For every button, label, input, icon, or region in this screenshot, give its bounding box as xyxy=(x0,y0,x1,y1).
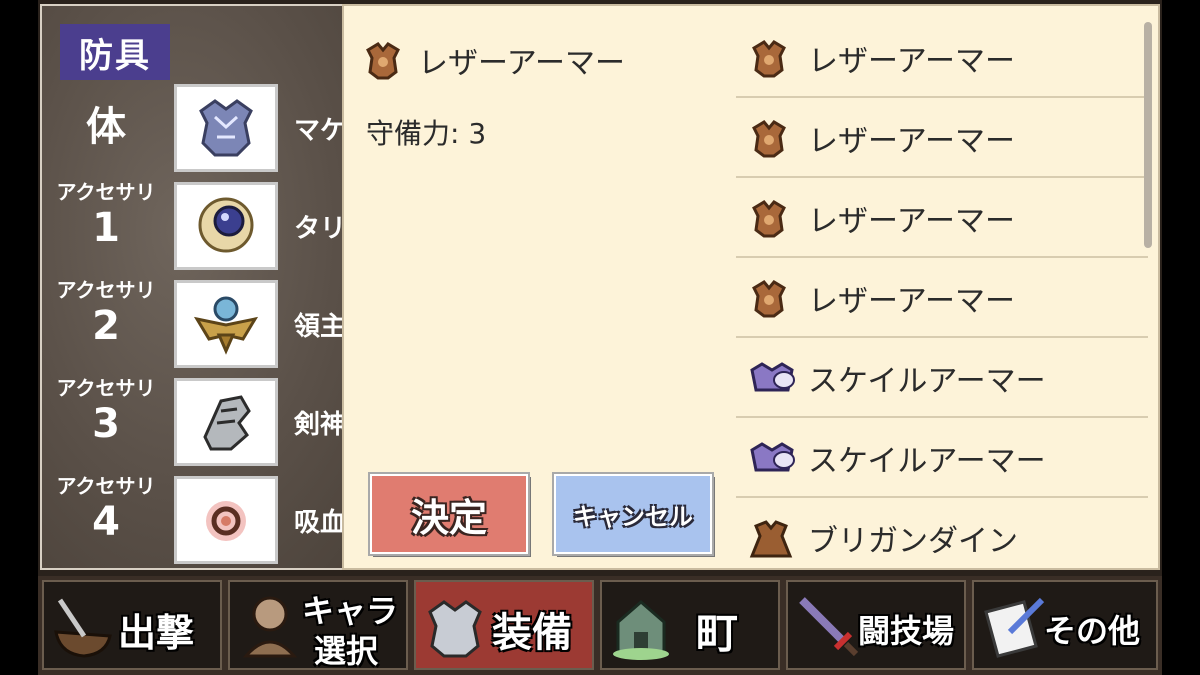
ring-icon xyxy=(206,501,246,541)
nav-arena-button[interactable]: 闘技場 xyxy=(786,580,966,670)
slot-item-box[interactable] xyxy=(174,476,278,564)
equipment-icon xyxy=(422,592,488,666)
confirm-button[interactable]: 決定 xyxy=(368,472,530,556)
arena-icon xyxy=(794,592,860,666)
list-item-label: レザーアーマー xyxy=(808,124,1015,159)
slot-label: 体 xyxy=(86,104,126,150)
slot-item-name: 領主 xyxy=(294,312,344,342)
equip-slot-accessory-3[interactable]: アクセサリ 3 剣神 xyxy=(42,378,387,474)
slot-item-name: タリ xyxy=(294,214,344,244)
slot-label-number: 2 xyxy=(92,303,120,349)
gauntlet-icon xyxy=(203,395,251,451)
nav-character-select-label-bottom: 選択 xyxy=(314,632,379,670)
leather-armor-icon xyxy=(362,40,404,84)
slot-item-name: マケ xyxy=(294,116,344,146)
list-item-label: レザーアーマー xyxy=(808,284,1015,319)
town-icon xyxy=(608,592,674,666)
slot-item-box[interactable] xyxy=(174,84,278,172)
list-item[interactable]: レザーアーマー xyxy=(736,258,1148,338)
slot-item-box[interactable] xyxy=(174,182,278,270)
leather-armor-icon xyxy=(748,278,790,322)
equip-slot-accessory-1[interactable]: アクセサリ 1 タリ xyxy=(42,182,387,278)
leather-armor-icon xyxy=(748,198,790,242)
scale-armor-icon xyxy=(748,358,798,402)
item-list: レザーアーマー レザーアーマー レザーアーマー レザーアーマー スケイルアーマー… xyxy=(736,18,1148,578)
armor-icon xyxy=(199,99,253,157)
list-item-label: レザーアーマー xyxy=(808,44,1015,79)
crest-icon xyxy=(193,296,259,355)
leather-armor-icon xyxy=(748,38,790,82)
list-item[interactable]: レザーアーマー xyxy=(736,178,1148,258)
nav-other-label: その他 xyxy=(1044,612,1141,650)
equipment-select-popup: レザーアーマー 守備力: 3 決定 キャンセル レザーアーマー レザーアーマー xyxy=(342,4,1160,570)
list-scrollbar[interactable] xyxy=(1144,22,1152,248)
brigandine-icon xyxy=(748,518,794,566)
slot-label-number: 1 xyxy=(92,205,120,251)
equip-slot-accessory-4[interactable]: アクセサリ 4 吸血 xyxy=(42,476,387,572)
slot-label-small: アクセサリ xyxy=(56,180,156,204)
list-item-label: スケイルアーマー xyxy=(808,364,1046,399)
list-item[interactable]: レザーアーマー xyxy=(736,18,1148,98)
nav-sortie-button[interactable]: 出撃 xyxy=(42,580,222,670)
slot-item-name: 剣神 xyxy=(294,410,344,440)
selected-item-stat: 守備力: 3 xyxy=(366,117,487,150)
list-item-label: スケイルアーマー xyxy=(808,444,1046,479)
nav-equipment-button[interactable]: 装備 xyxy=(414,580,594,670)
amulet-icon xyxy=(198,197,254,253)
slot-label-number: 4 xyxy=(92,499,120,545)
slot-item-box[interactable] xyxy=(174,378,278,466)
equipment-panel: 防具 体 マケ アクセサリ 1 タリ アクセサリ 2 領主 アクセサリ 3 剣神… xyxy=(40,4,385,570)
cancel-button[interactable]: キャンセル xyxy=(552,472,714,556)
game-screen: 防具 体 マケ アクセサリ 1 タリ アクセサリ 2 領主 アクセサリ 3 剣神… xyxy=(38,0,1162,675)
nav-town-label: 町 xyxy=(696,609,739,658)
slot-label-small: アクセサリ xyxy=(56,376,156,400)
list-item[interactable]: スケイルアーマー xyxy=(736,338,1148,418)
list-item[interactable]: ブリガンダイン xyxy=(736,498,1148,578)
scale-armor-icon xyxy=(748,438,798,482)
nav-arena-label: 闘技場 xyxy=(858,612,955,650)
slot-label-small: アクセサリ xyxy=(56,278,156,302)
other-icon xyxy=(980,592,1046,666)
list-item-label: ブリガンダイン xyxy=(808,524,1018,559)
slot-label-small: アクセサリ xyxy=(56,474,156,498)
nav-other-button[interactable]: その他 xyxy=(972,580,1158,670)
equip-slot-body[interactable]: 体 マケ xyxy=(42,84,387,180)
slot-item-box[interactable] xyxy=(174,280,278,368)
list-item[interactable]: レザーアーマー xyxy=(736,98,1148,178)
category-badge: 防具 xyxy=(60,24,170,80)
character-select-icon xyxy=(236,592,302,666)
nav-equipment-label: 装備 xyxy=(492,610,572,656)
bottom-nav: 出撃 キャラ 選択 装備 町 闘技場 その他 xyxy=(38,576,1162,675)
equip-slot-accessory-2[interactable]: アクセサリ 2 領主 xyxy=(42,280,387,376)
slot-label-number: 3 xyxy=(92,401,120,447)
selected-item-name: レザーアーマー xyxy=(418,46,625,81)
sortie-icon xyxy=(50,592,116,666)
list-item-label: レザーアーマー xyxy=(808,204,1015,239)
nav-town-button[interactable]: 町 xyxy=(600,580,780,670)
nav-sortie-label: 出撃 xyxy=(118,611,195,655)
list-item[interactable]: スケイルアーマー xyxy=(736,418,1148,498)
slot-item-name: 吸血 xyxy=(294,508,344,538)
leather-armor-icon xyxy=(748,118,790,162)
nav-character-select-button[interactable]: キャラ 選択 xyxy=(228,580,408,670)
